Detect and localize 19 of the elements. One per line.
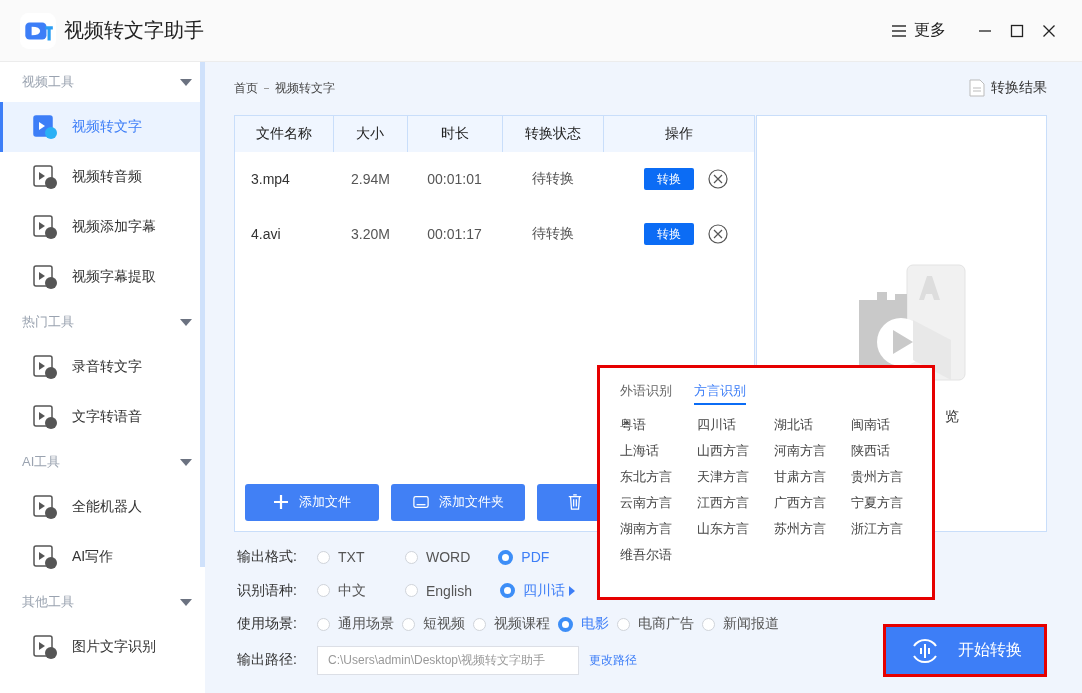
table-cell-text: 00:01:17 — [426, 226, 483, 243]
table-cell-text: 00:01:01 — [426, 171, 483, 188]
window-title: 视频转文字助手 — [64, 18, 204, 43]
table-cell-text: 4.avi — [250, 226, 282, 243]
column-header: 文件名称 — [235, 115, 335, 152]
option-label: 输出路径: — [237, 651, 298, 669]
column-header: 操作 — [664, 123, 695, 143]
table-cell-text: 待转换 — [530, 170, 575, 189]
column-header: 时长 — [407, 115, 503, 152]
option-label: 识别语种: — [237, 581, 298, 600]
table-cell-text: 3.mp4 — [250, 171, 291, 188]
table-cell-text: 3.20M — [350, 226, 391, 243]
option-label: 输出格式: — [237, 548, 298, 567]
table-cell-text: 2.94M — [350, 171, 391, 188]
preview-text: 览 — [944, 408, 959, 427]
option-label: 使用场景: — [237, 615, 298, 634]
column-header: 大小 — [334, 115, 408, 152]
column-header: 转换状态 — [502, 115, 605, 152]
table-cell-text: 待转换 — [530, 225, 575, 244]
